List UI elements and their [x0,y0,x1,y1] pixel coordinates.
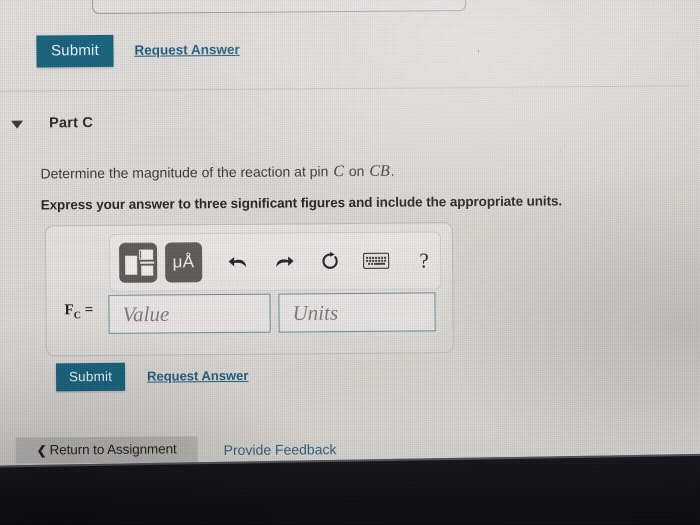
screen-dust-speck [559,150,562,153]
answer-toolbar: μÅ ? [108,231,442,292]
question-prefix-text: Determine the magnitude of the reaction … [40,163,333,182]
reset-circular-arrow-icon[interactable] [314,241,346,281]
monitor-bottom-bezel [0,453,700,525]
monitor-photo: Value Units Submit Request Answer Part C… [0,0,700,525]
units-micro-angstrom-icon[interactable]: μÅ [164,242,203,283]
template-big-box-shape [125,255,138,275]
part-c-title: Part C [48,115,94,132]
part-c-instruction: Express your answer to three significant… [40,193,563,213]
part-c-request-answer-link[interactable]: Request Answer [147,368,249,384]
units-button-label: μÅ [172,252,195,272]
part-c-answer-panel: μÅ ? FC = Value Units [44,222,454,357]
math-template-icon[interactable] [118,242,157,283]
question-suffix-text: . [390,162,395,179]
question-variable-cb: CB [369,162,390,180]
triangle-down-icon[interactable] [11,120,24,129]
chevron-left-icon: ❮ [36,443,47,458]
part-c-header[interactable]: Part C [11,115,93,132]
undo-arrow-icon[interactable] [222,242,254,282]
keyboard-glyph [363,252,390,269]
template-numerator-shape [141,249,154,260]
screen-dust-speck [477,50,480,53]
answer-equals: = [80,302,94,319]
answer-units-input[interactable]: Units [278,292,436,333]
keyboard-icon[interactable] [360,241,392,281]
provide-feedback-link[interactable]: Provide Feedback [224,441,337,458]
help-question-mark-icon[interactable]: ? [408,240,440,280]
page-content: Value Units Submit Request Answer Part C… [0,0,700,495]
answer-value-input[interactable]: Value [108,293,271,334]
browser-page-surface: Value Units Submit Request Answer Part C… [0,0,700,495]
question-middle-text: on [344,162,369,180]
part-c-question: Determine the magnitude of the reaction … [40,163,394,184]
answer-units-placeholder: Units [292,300,339,325]
return-to-assignment-label: Return to Assignment [49,441,177,458]
template-denominator-shape [141,265,154,276]
redo-arrow-icon[interactable] [268,241,300,281]
part-b-submit-button[interactable]: Submit [36,34,114,68]
return-to-assignment-button[interactable]: ❮ Return to Assignment [15,436,198,464]
answer-symbol: F [64,302,74,319]
question-variable-c: C [333,163,345,181]
template-fraction-bar-shape [140,261,155,264]
part-b-answer-panel: Value Units [91,0,467,15]
part-c-submit-button[interactable]: Submit [55,362,126,392]
part-b-request-answer-link[interactable]: Request Answer [134,42,239,58]
answer-field-label: FC = [64,302,93,321]
answer-value-placeholder: Value [122,301,170,326]
section-divider [0,85,689,92]
